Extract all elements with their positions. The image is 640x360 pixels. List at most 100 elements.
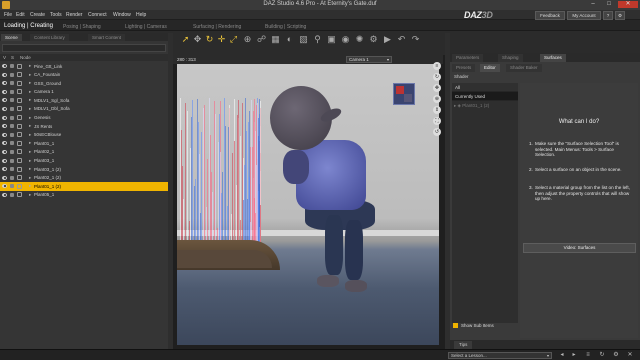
tab-smart-content[interactable]: Smart Content [88, 34, 126, 41]
visible-column-header[interactable]: V [3, 55, 6, 60]
scene-node-row[interactable]: ▸ Plant01_1 (2) [0, 182, 168, 191]
expand-arrow-icon[interactable]: ▸ [29, 123, 31, 129]
pose-tool-icon[interactable]: ☍ [256, 33, 267, 45]
scene-node-row[interactable]: ▸ Plant05_1 [0, 191, 168, 200]
shader-item-all[interactable]: All [452, 83, 518, 92]
lesson-close-icon[interactable]: ✕ [626, 352, 634, 359]
menu-window[interactable]: Window [113, 12, 131, 18]
tab-building-scripting[interactable]: Building | Scripting [262, 23, 309, 31]
eye-icon[interactable] [2, 141, 7, 146]
lesson-select[interactable]: Select a Lesson... [448, 352, 552, 359]
show-sub-items-checkbox[interactable] [453, 323, 458, 329]
selectable-icon[interactable] [10, 98, 14, 103]
menu-create[interactable]: Create [30, 12, 45, 18]
selectable-icon[interactable] [10, 115, 14, 120]
expand-arrow-icon[interactable]: ▸ [29, 80, 31, 86]
rotate-tool-icon[interactable]: ↻ [204, 33, 215, 45]
expand-arrow-icon[interactable]: ▸ [29, 89, 31, 95]
spot-render-icon[interactable]: ▣ [326, 33, 337, 45]
light-tool-icon[interactable]: ✺ [354, 33, 365, 45]
scene-node-row[interactable]: ▸ Camera 1 [0, 88, 168, 97]
surface-tree-item[interactable]: ▸ ◈ Plant01_1 (2) [454, 103, 489, 109]
selectable-icon[interactable] [10, 106, 14, 111]
tab-editor[interactable]: Editor [480, 64, 500, 72]
joint-tool-icon[interactable]: ⚲ [312, 33, 323, 45]
scene-node-row[interactable]: ▸ Plant01_1 [0, 139, 168, 148]
geometry-tool-icon[interactable]: ▧ [298, 33, 309, 45]
scene-node-row[interactable]: ▸ JS Rents [0, 122, 168, 131]
reset-view-icon[interactable]: ↺ [433, 128, 441, 136]
expand-arrow-icon[interactable]: ▸ [29, 106, 31, 112]
settings-icon-button[interactable]: ⚙ [615, 11, 625, 20]
expand-arrow-icon[interactable]: ▸ [29, 132, 31, 138]
lesson-back-icon[interactable]: ◂ [558, 352, 566, 359]
eye-icon[interactable] [2, 167, 7, 172]
node-select-icon[interactable]: ✥ [192, 33, 203, 45]
selectable-icon[interactable] [10, 64, 14, 68]
selectable-icon[interactable] [10, 72, 14, 77]
eye-icon[interactable] [2, 124, 7, 129]
tab-content-library[interactable]: Content Library [30, 34, 69, 41]
minimize-button[interactable]: – [586, 1, 600, 8]
undo-icon[interactable]: ↶ [396, 33, 407, 45]
show-sub-items-toggle[interactable]: Show Sub Items [453, 323, 494, 329]
expand-arrow-icon[interactable]: ▸ [29, 183, 31, 189]
selectable-icon[interactable] [10, 81, 14, 86]
expand-arrow-icon[interactable]: ▸ [29, 175, 31, 181]
eye-icon[interactable] [2, 98, 7, 103]
scene-node-row[interactable]: ▸ Plant03_1 (2) [0, 165, 168, 174]
tab-scene[interactable]: Scene [1, 34, 22, 41]
eye-icon[interactable] [2, 192, 7, 197]
menu-connect[interactable]: Connect [88, 12, 107, 18]
scene-node-row[interactable]: ▸ Plant03_1 [0, 157, 168, 166]
help-icon-button[interactable]: ? [603, 11, 613, 20]
maximize-button[interactable]: □ [602, 1, 616, 8]
render-icon[interactable]: ▶ [382, 33, 393, 45]
scene-node-row[interactable]: ▸ MDLV1_Sgl_Sofa [0, 96, 168, 105]
eye-icon[interactable] [2, 64, 7, 68]
eye-icon[interactable] [2, 184, 7, 189]
tab-tips[interactable]: Tips [454, 341, 473, 349]
eye-icon[interactable] [2, 81, 7, 86]
tab-surfacing-rendering[interactable]: Surfacing | Rendering [190, 23, 244, 31]
selectable-icon[interactable] [10, 141, 14, 146]
universal-tool-icon[interactable]: ⊕ [242, 33, 253, 45]
tab-shaping[interactable]: Shaping [498, 54, 523, 62]
eye-icon[interactable] [2, 89, 7, 94]
scene-node-row[interactable]: ▸ MDLV1_Dbl_Sofa [0, 105, 168, 114]
scene-node-row[interactable]: ▸ 50sECBlouse [0, 131, 168, 140]
orbit-icon[interactable]: ↻ [433, 73, 441, 81]
expand-arrow-icon[interactable]: ▸ [29, 140, 31, 146]
scene-search-input[interactable] [2, 44, 166, 52]
close-button[interactable]: ✕ [618, 1, 638, 8]
selectable-icon[interactable] [10, 167, 14, 172]
selectable-icon[interactable] [10, 132, 14, 137]
frame-icon[interactable]: ⛶ [433, 117, 441, 125]
menu-tools[interactable]: Tools [50, 12, 62, 18]
my-account-button[interactable]: My Account [567, 11, 601, 20]
render-settings-icon[interactable]: ⚙ [368, 33, 379, 45]
expand-arrow-icon[interactable]: ▸ [29, 63, 31, 69]
dolly-icon[interactable]: ⇕ [433, 106, 441, 114]
eye-icon[interactable] [2, 106, 7, 111]
selectable-column-header[interactable]: S [11, 55, 14, 60]
eye-icon[interactable] [2, 149, 7, 154]
video-surfaces-button[interactable]: Video: Surfaces [523, 243, 636, 253]
scene-node-row[interactable]: ▸ Plant02_1 (2) [0, 174, 168, 183]
expand-arrow-icon[interactable]: ▸ [29, 97, 31, 103]
scale-tool-icon[interactable]: ⤢ [228, 33, 239, 45]
selectable-icon[interactable] [10, 184, 14, 189]
scene-node-row[interactable]: ▸ Genesis [0, 114, 168, 123]
expand-arrow-icon[interactable]: ▸ [29, 149, 31, 155]
expand-arrow-icon[interactable]: ▸ [29, 166, 31, 172]
region-tool-icon[interactable]: ▦ [270, 33, 281, 45]
selectable-icon[interactable] [10, 124, 14, 129]
tab-presets[interactable]: Presets [452, 64, 476, 72]
lesson-play-icon[interactable]: ▸ [570, 352, 578, 359]
zoom-icon[interactable]: ⊕ [433, 95, 441, 103]
node-column-title[interactable]: Node [20, 55, 31, 60]
scene-node-row[interactable]: ▸ CA_Fountain [0, 71, 168, 80]
select-tool-icon[interactable]: ➚ [180, 33, 191, 45]
menu-render[interactable]: Render [66, 12, 82, 18]
expand-arrow-icon[interactable]: ▸ [29, 158, 31, 164]
